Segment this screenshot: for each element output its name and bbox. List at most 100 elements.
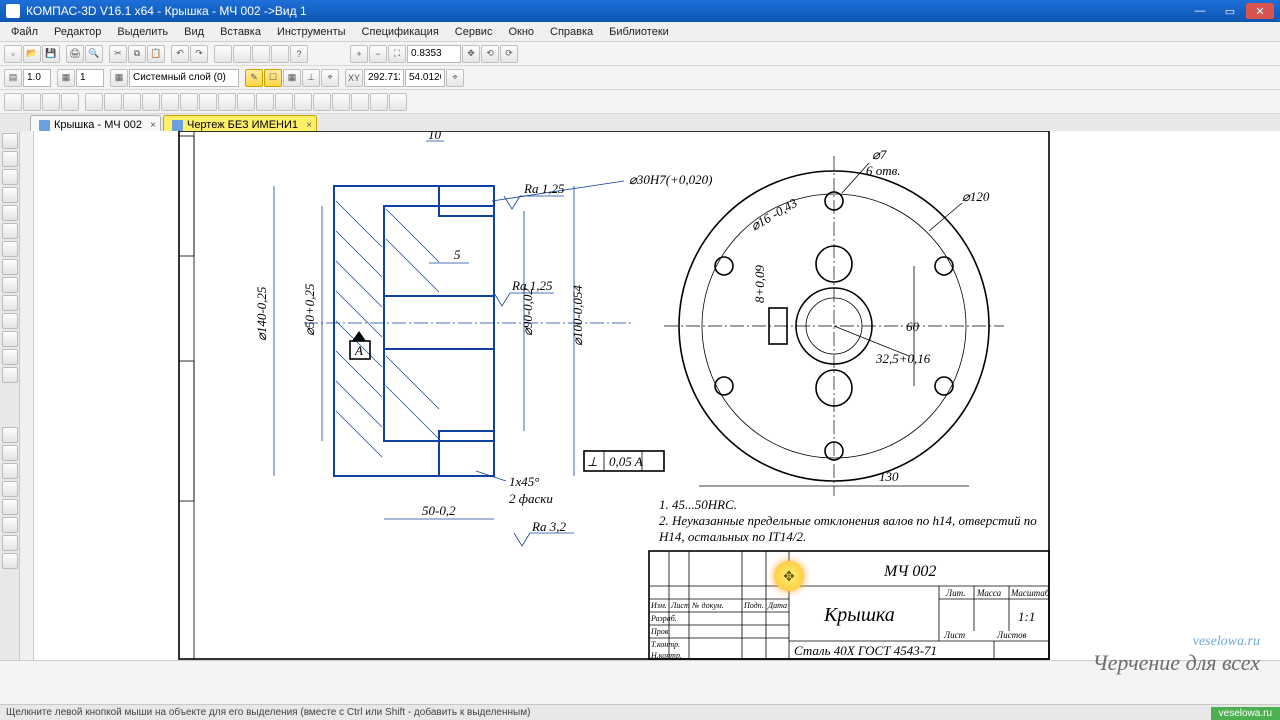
tb-a[interactable] [214,45,232,63]
dim-10: 10 [428,131,442,142]
tool-hatch-icon[interactable] [2,277,18,293]
tb-b[interactable] [233,45,251,63]
sn9-icon[interactable] [161,93,179,111]
layer-name-input[interactable] [129,69,239,87]
coord-y-input[interactable] [405,69,445,87]
sn8-icon[interactable] [142,93,160,111]
tool-rect-icon[interactable] [2,205,18,221]
tool-ex8-icon[interactable] [2,553,18,569]
sn5-icon[interactable] [85,93,103,111]
coord-x-input[interactable] [364,69,404,87]
dim-d90: ⌀90-0,02 [520,288,535,336]
tool-ex1-icon[interactable] [2,427,18,443]
tool-point-icon[interactable] [2,241,18,257]
menu-service[interactable]: Сервис [448,24,500,40]
tool-spline-icon[interactable] [2,223,18,239]
coord-pick-icon[interactable]: ⌖ [446,69,464,87]
tool-ex6-icon[interactable] [2,517,18,533]
rotate-icon[interactable]: ⟲ [481,45,499,63]
tool-line-icon[interactable] [2,151,18,167]
coord-icon[interactable]: XY [345,69,363,87]
sn20-icon[interactable] [370,93,388,111]
tool-ex2-icon[interactable] [2,445,18,461]
menu-window[interactable]: Окно [501,24,541,40]
tab-close-icon[interactable]: × [150,120,156,131]
sn18-icon[interactable] [332,93,350,111]
sn21-icon[interactable] [389,93,407,111]
sn7-icon[interactable] [123,93,141,111]
help-icon[interactable]: ? [290,45,308,63]
ortho-icon[interactable]: ⊥ [302,69,320,87]
sn13-icon[interactable] [237,93,255,111]
tb-d[interactable] [271,45,289,63]
tool-edit-icon[interactable] [2,331,18,347]
menu-view[interactable]: Вид [177,24,211,40]
sn14-icon[interactable] [256,93,274,111]
layer-tool-icon[interactable]: ▤ [4,69,22,87]
tool-param-icon[interactable] [2,349,18,365]
tool-ex3-icon[interactable] [2,463,18,479]
print-icon[interactable]: 🖨 [66,45,84,63]
snap-b-icon[interactable]: ☐ [264,69,282,87]
new-icon[interactable]: ▫ [4,45,22,63]
menu-edit[interactable]: Редактор [47,24,108,40]
scale-input[interactable] [23,69,51,87]
sn11-icon[interactable] [199,93,217,111]
menu-spec[interactable]: Спецификация [355,24,446,40]
tool-circle-icon[interactable] [2,169,18,185]
paste-icon[interactable]: 📋 [147,45,165,63]
menu-tools[interactable]: Инструменты [270,24,353,40]
maximize-button[interactable]: ▭ [1216,3,1244,19]
scale-idx-input[interactable] [76,69,104,87]
sn19-icon[interactable] [351,93,369,111]
tool-ex4-icon[interactable] [2,481,18,497]
refresh-icon[interactable]: ⟳ [500,45,518,63]
menu-help[interactable]: Справка [543,24,600,40]
snap-a-icon[interactable]: ✎ [245,69,263,87]
cut-icon[interactable]: ✂ [109,45,127,63]
copy-icon[interactable]: ⧉ [128,45,146,63]
redo-icon[interactable]: ↷ [190,45,208,63]
pan-icon[interactable]: ✥ [462,45,480,63]
sn16-icon[interactable] [294,93,312,111]
sn3-icon[interactable] [42,93,60,111]
layer-mgr-icon[interactable]: ▦ [110,69,128,87]
tool-ex5-icon[interactable] [2,499,18,515]
open-icon[interactable]: 📂 [23,45,41,63]
snap-icon[interactable]: ⌖ [321,69,339,87]
drawing-canvas[interactable]: ⌀140-0,25 ⌀50+0,25 ⌀90-0,02 ⌀100-0,054 ⌀… [20,131,1280,660]
tool-arc-icon[interactable] [2,187,18,203]
sn2-icon[interactable] [23,93,41,111]
grid-icon[interactable]: ▦ [283,69,301,87]
tab-close-icon[interactable]: × [306,120,312,131]
sn1-icon[interactable] [4,93,22,111]
tool-text-icon[interactable] [2,259,18,275]
tool-geom-icon[interactable] [2,313,18,329]
zoom-in-icon[interactable]: + [350,45,368,63]
sn10-icon[interactable] [180,93,198,111]
sn15-icon[interactable] [275,93,293,111]
tool-measure-icon[interactable] [2,367,18,383]
tool-dim-icon[interactable] [2,295,18,311]
menu-insert[interactable]: Вставка [213,24,268,40]
menu-libs[interactable]: Библиотеки [602,24,676,40]
zoom-input[interactable] [407,45,461,63]
sn12-icon[interactable] [218,93,236,111]
menu-select[interactable]: Выделить [110,24,175,40]
view-icon[interactable]: ▦ [57,69,75,87]
sn6-icon[interactable] [104,93,122,111]
undo-icon[interactable]: ↶ [171,45,189,63]
tb-c[interactable] [252,45,270,63]
menu-file[interactable]: Файл [4,24,45,40]
tool-select-icon[interactable] [2,133,18,149]
minimize-button[interactable]: — [1186,3,1214,19]
preview-icon[interactable]: 🔍 [85,45,103,63]
zoom-out-icon[interactable]: − [369,45,387,63]
zoom-fit-icon[interactable]: ⛶ [388,45,406,63]
sn4-icon[interactable] [61,93,79,111]
tool-ex7-icon[interactable] [2,535,18,551]
tb-doc: № докум. [691,601,724,610]
sn17-icon[interactable] [313,93,331,111]
save-icon[interactable]: 💾 [42,45,60,63]
close-button[interactable]: ✕ [1246,3,1274,19]
